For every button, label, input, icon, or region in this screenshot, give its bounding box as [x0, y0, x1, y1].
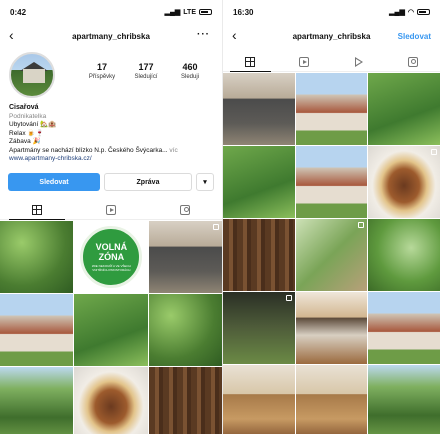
- tab-posts-grid[interactable]: [0, 200, 74, 220]
- profile-header: ‹ apartmany_chribska Sledovat: [223, 27, 440, 46]
- header-follow-button[interactable]: Sledovat: [398, 32, 431, 41]
- status-time: 16:30: [233, 8, 254, 17]
- post-thumbnail[interactable]: [0, 221, 74, 293]
- bio-line: Ubytování 🏡🏨: [9, 121, 57, 128]
- tab-reels[interactable]: [74, 200, 148, 219]
- post-thumbnail[interactable]: [223, 73, 295, 145]
- stat-posts-value: 17: [96, 62, 107, 72]
- post-thumbnail[interactable]: [368, 365, 440, 434]
- profile-tabs: [0, 200, 222, 220]
- bio-description: Apartmány se nachází blízko N.p. Českého…: [9, 146, 168, 154]
- stat-posts-label: Příspěvky: [88, 74, 116, 80]
- carousel-icon: [358, 222, 365, 228]
- post-thumbnail[interactable]: [368, 73, 440, 145]
- profile-actions: Sledovat Zpráva ▾: [8, 173, 214, 191]
- bio-name: Cisařová: [9, 104, 39, 111]
- stat-followers[interactable]: 177 Sledující: [124, 62, 168, 80]
- right-profile-screen: 16:30 ▂▄▆ ◠ ‹ apartmany_chribska Sledova…: [222, 0, 440, 434]
- profile-bio: Cisařová Podnikatelka Ubytování 🏡🏨 Relax…: [9, 104, 216, 164]
- post-thumbnail[interactable]: [148, 294, 222, 366]
- stat-following-label: Sleduji: [180, 74, 199, 80]
- left-profile-screen: 0:42 ▂▄▆ LTE ‹ apartmany_chribska ··· 17…: [0, 0, 222, 434]
- post-thumbnail[interactable]: [74, 367, 148, 434]
- zona-title-line1: VOLNÁ: [95, 242, 128, 252]
- bio-more-link[interactable]: víc: [169, 147, 177, 154]
- status-time: 0:42: [10, 8, 27, 17]
- follow-button[interactable]: Sledovat: [8, 173, 100, 191]
- profile-header: ‹ apartmany_chribska ···: [0, 27, 222, 46]
- tab-guides[interactable]: [277, 52, 331, 71]
- avatar-house: [23, 69, 45, 83]
- carousel-icon: [285, 295, 292, 301]
- stat-following-value: 460: [182, 62, 198, 72]
- post-thumbnail[interactable]: [295, 292, 368, 364]
- bio-line: Zábava 🎉: [9, 138, 41, 145]
- bio-website-link[interactable]: www.apartmany-chribska.cz/: [9, 155, 216, 164]
- post-thumbnail[interactable]: [295, 73, 368, 145]
- carousel-icon: [213, 224, 219, 230]
- play-icon: [354, 56, 363, 67]
- grid-icon: [245, 56, 256, 67]
- tab-posts-grid[interactable]: [223, 52, 277, 72]
- post-thumbnail[interactable]: [223, 146, 295, 218]
- grid-icon: [32, 204, 42, 215]
- post-thumbnail[interactable]: [74, 294, 148, 366]
- battery-icon: [199, 9, 212, 15]
- status-bar: 0:42 ▂▄▆ LTE: [0, 8, 222, 20]
- bio-category: Podnikatelka: [9, 112, 47, 120]
- post-thumbnail[interactable]: [368, 219, 440, 291]
- avatar[interactable]: [9, 52, 55, 98]
- signal-icon: ▂▄▆: [389, 9, 405, 16]
- network-label: LTE: [183, 8, 196, 16]
- zona-title-line2: ZÓNA: [98, 252, 125, 262]
- post-thumbnail[interactable]: [223, 365, 295, 434]
- post-thumbnail[interactable]: VOLNÁ ZÓNA ZDE NEKOUŘÍ A VE VŠECH VNITŘN…: [74, 221, 148, 293]
- suggested-dropdown-button[interactable]: ▾: [196, 173, 214, 191]
- post-thumbnail[interactable]: [148, 221, 222, 293]
- bio-description-row: Apartmány se nachází blízko N.p. Českého…: [9, 147, 216, 156]
- post-thumbnail[interactable]: [223, 219, 295, 291]
- post-thumbnail[interactable]: [223, 292, 295, 364]
- post-thumbnail[interactable]: [368, 146, 440, 218]
- bio-line: Relax 🍺🍷: [9, 129, 44, 137]
- signal-icon: ▂▄▆: [164, 9, 181, 16]
- wifi-icon: ◠: [407, 9, 414, 16]
- tab-tagged[interactable]: [386, 52, 440, 71]
- post-thumbnail[interactable]: [295, 146, 368, 218]
- stat-followers-label: Sledující: [134, 74, 158, 80]
- message-button[interactable]: Zpráva: [104, 173, 192, 191]
- stat-posts[interactable]: 17 Příspěvky: [80, 62, 124, 80]
- post-grid: VOLNÁ ZÓNA ZDE NEKOUŘÍ A VE VŠECH VNITŘN…: [0, 221, 222, 434]
- post-thumbnail[interactable]: [0, 367, 74, 434]
- post-thumbnail[interactable]: [295, 219, 368, 291]
- status-icons: ▂▄▆ ◠: [389, 8, 430, 16]
- tab-tagged[interactable]: [148, 200, 222, 219]
- reels-icon: [299, 56, 310, 67]
- status-icons: ▂▄▆ LTE: [165, 8, 212, 16]
- tab-videos[interactable]: [332, 52, 386, 71]
- volna-zona-badge: VOLNÁ ZÓNA ZDE NEKOUŘÍ A VE VŠECH VNITŘN…: [80, 226, 143, 288]
- post-thumbnail[interactable]: [295, 365, 368, 434]
- post-thumbnail[interactable]: [0, 294, 74, 366]
- profile-stats: 17 Příspěvky 177 Sledující 460 Sleduji: [80, 62, 212, 80]
- post-thumbnail[interactable]: [368, 292, 440, 364]
- battery-icon: [417, 9, 430, 15]
- reels-icon: [106, 204, 116, 215]
- carousel-icon: [430, 149, 437, 155]
- stat-followers-value: 177: [138, 62, 154, 72]
- profile-tabs: [223, 52, 440, 72]
- stat-following[interactable]: 460 Sleduji: [168, 62, 212, 80]
- more-options-icon[interactable]: ···: [197, 29, 210, 40]
- tagged-icon: [407, 56, 418, 67]
- profile-username: apartmany_chribska: [72, 32, 150, 41]
- zona-small-text: ZDE NEKOUŘÍ A VE VŠECH VNITŘNÍCH PROSTOR…: [91, 264, 131, 272]
- status-bar: 16:30 ▂▄▆ ◠: [223, 8, 440, 20]
- tagged-icon: [180, 204, 190, 215]
- post-grid: [223, 73, 440, 434]
- post-thumbnail[interactable]: [148, 367, 222, 434]
